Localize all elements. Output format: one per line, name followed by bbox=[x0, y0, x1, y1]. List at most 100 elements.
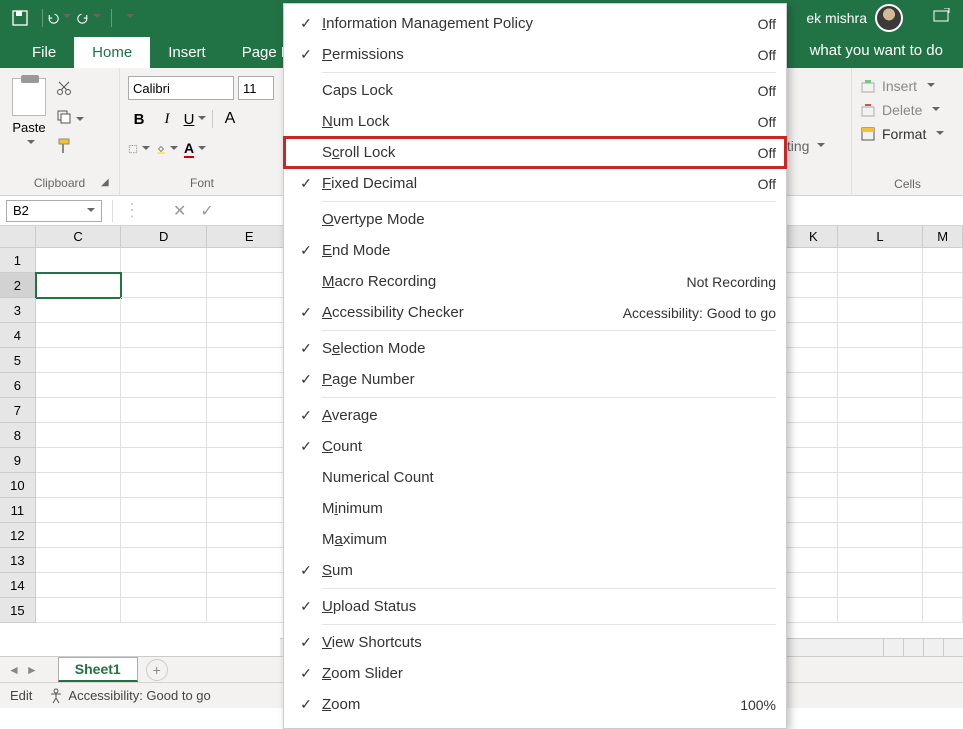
cell[interactable] bbox=[207, 598, 293, 623]
cell[interactable] bbox=[207, 448, 293, 473]
font-name-input[interactable] bbox=[128, 76, 234, 100]
tab-file[interactable]: File bbox=[14, 37, 74, 68]
cell[interactable] bbox=[207, 473, 293, 498]
menu-item[interactable]: Num LockOff bbox=[284, 106, 786, 137]
row-header[interactable]: 10 bbox=[0, 473, 36, 498]
menu-item[interactable]: Minimum bbox=[284, 493, 786, 524]
menu-item[interactable]: ✓Zoom100% bbox=[284, 689, 786, 720]
cancel-formula-icon[interactable]: ✕ bbox=[173, 201, 186, 221]
cell[interactable] bbox=[36, 548, 122, 573]
cell[interactable] bbox=[121, 523, 207, 548]
row-header[interactable]: 1 bbox=[0, 248, 36, 273]
menu-item[interactable]: ✓Upload Status bbox=[284, 591, 786, 622]
cell[interactable] bbox=[36, 398, 122, 423]
cell[interactable] bbox=[36, 273, 122, 298]
row-header[interactable]: 13 bbox=[0, 548, 36, 573]
add-sheet-button[interactable]: + bbox=[146, 659, 168, 681]
cell[interactable] bbox=[121, 248, 207, 273]
sheet-tab-1[interactable]: Sheet1 bbox=[58, 657, 138, 682]
cell[interactable] bbox=[790, 498, 838, 523]
menu-item[interactable]: ✓Information Management PolicyOff bbox=[284, 8, 786, 39]
cell[interactable] bbox=[36, 323, 122, 348]
cell[interactable] bbox=[923, 498, 963, 523]
cell[interactable] bbox=[36, 473, 122, 498]
cell[interactable] bbox=[121, 448, 207, 473]
menu-item[interactable]: Numerical Count bbox=[284, 462, 786, 493]
menu-item[interactable]: Overtype Mode bbox=[284, 204, 786, 235]
cell[interactable] bbox=[36, 598, 122, 623]
cut-icon[interactable] bbox=[56, 80, 84, 101]
cell[interactable] bbox=[923, 248, 963, 273]
formatting-partial[interactable]: tting bbox=[783, 138, 825, 154]
cell[interactable] bbox=[790, 548, 838, 573]
tell-me[interactable]: what you want to do bbox=[810, 42, 943, 59]
fill-color-icon[interactable] bbox=[156, 138, 178, 160]
underline-button[interactable]: U bbox=[184, 108, 206, 130]
row-header[interactable]: 5 bbox=[0, 348, 36, 373]
cell[interactable] bbox=[838, 448, 924, 473]
cell[interactable] bbox=[121, 373, 207, 398]
cell[interactable] bbox=[923, 423, 963, 448]
menu-item[interactable]: ✓Average bbox=[284, 400, 786, 431]
menu-item[interactable]: ✓Count bbox=[284, 431, 786, 462]
font-color-icon[interactable]: A bbox=[184, 138, 206, 160]
cell[interactable] bbox=[36, 523, 122, 548]
cells-format-button[interactable]: Format bbox=[860, 122, 955, 146]
cell[interactable] bbox=[790, 248, 838, 273]
cell[interactable] bbox=[790, 473, 838, 498]
col-header[interactable]: K bbox=[790, 226, 838, 247]
cell[interactable] bbox=[207, 548, 293, 573]
cell[interactable] bbox=[207, 348, 293, 373]
col-header[interactable]: E bbox=[207, 226, 293, 247]
cell[interactable] bbox=[838, 548, 924, 573]
cells-insert-button[interactable]: Insert bbox=[860, 74, 955, 98]
cell[interactable] bbox=[121, 473, 207, 498]
menu-item[interactable]: ✓Zoom Slider bbox=[284, 658, 786, 689]
menu-item[interactable]: ✓View Shortcuts bbox=[284, 627, 786, 658]
cell[interactable] bbox=[36, 248, 122, 273]
col-header[interactable]: M bbox=[923, 226, 963, 247]
sheet-next-icon[interactable]: ► bbox=[26, 663, 38, 677]
cell[interactable] bbox=[207, 423, 293, 448]
clipboard-launcher-icon[interactable]: ◢ bbox=[101, 177, 115, 191]
row-header[interactable]: 14 bbox=[0, 573, 36, 598]
cell[interactable] bbox=[207, 323, 293, 348]
row-header[interactable]: 11 bbox=[0, 498, 36, 523]
cell[interactable] bbox=[838, 298, 924, 323]
cell[interactable] bbox=[36, 373, 122, 398]
cell[interactable] bbox=[838, 498, 924, 523]
cell[interactable] bbox=[790, 573, 838, 598]
cell[interactable] bbox=[121, 298, 207, 323]
enter-formula-icon[interactable]: ✓ bbox=[200, 201, 213, 221]
avatar[interactable] bbox=[875, 4, 903, 32]
cell[interactable] bbox=[207, 273, 293, 298]
cell[interactable] bbox=[36, 448, 122, 473]
cell[interactable] bbox=[923, 273, 963, 298]
cell[interactable] bbox=[121, 323, 207, 348]
cell[interactable] bbox=[790, 523, 838, 548]
tab-insert[interactable]: Insert bbox=[150, 37, 224, 68]
cell[interactable] bbox=[838, 523, 924, 548]
italic-button[interactable]: I bbox=[156, 108, 178, 130]
cell[interactable] bbox=[790, 323, 838, 348]
cell[interactable] bbox=[121, 573, 207, 598]
cell[interactable] bbox=[121, 348, 207, 373]
font-size-input[interactable] bbox=[238, 76, 274, 100]
row-header[interactable]: 9 bbox=[0, 448, 36, 473]
cell[interactable] bbox=[207, 248, 293, 273]
cell[interactable] bbox=[207, 573, 293, 598]
cell[interactable] bbox=[36, 423, 122, 448]
cell[interactable] bbox=[790, 598, 838, 623]
redo-icon[interactable] bbox=[77, 6, 101, 30]
menu-item[interactable]: Scroll LockOff bbox=[284, 137, 786, 168]
cell[interactable] bbox=[207, 523, 293, 548]
scroll-right-icon[interactable] bbox=[903, 639, 923, 656]
cell[interactable] bbox=[923, 373, 963, 398]
save-icon[interactable] bbox=[8, 6, 32, 30]
row-header[interactable]: 7 bbox=[0, 398, 36, 423]
menu-item[interactable]: ✓Accessibility CheckerAccessibility: Goo… bbox=[284, 297, 786, 328]
cell[interactable] bbox=[36, 298, 122, 323]
menu-item[interactable]: ✓Fixed DecimalOff bbox=[284, 168, 786, 199]
sheet-prev-icon[interactable]: ◄ bbox=[8, 663, 20, 677]
cell[interactable] bbox=[790, 373, 838, 398]
